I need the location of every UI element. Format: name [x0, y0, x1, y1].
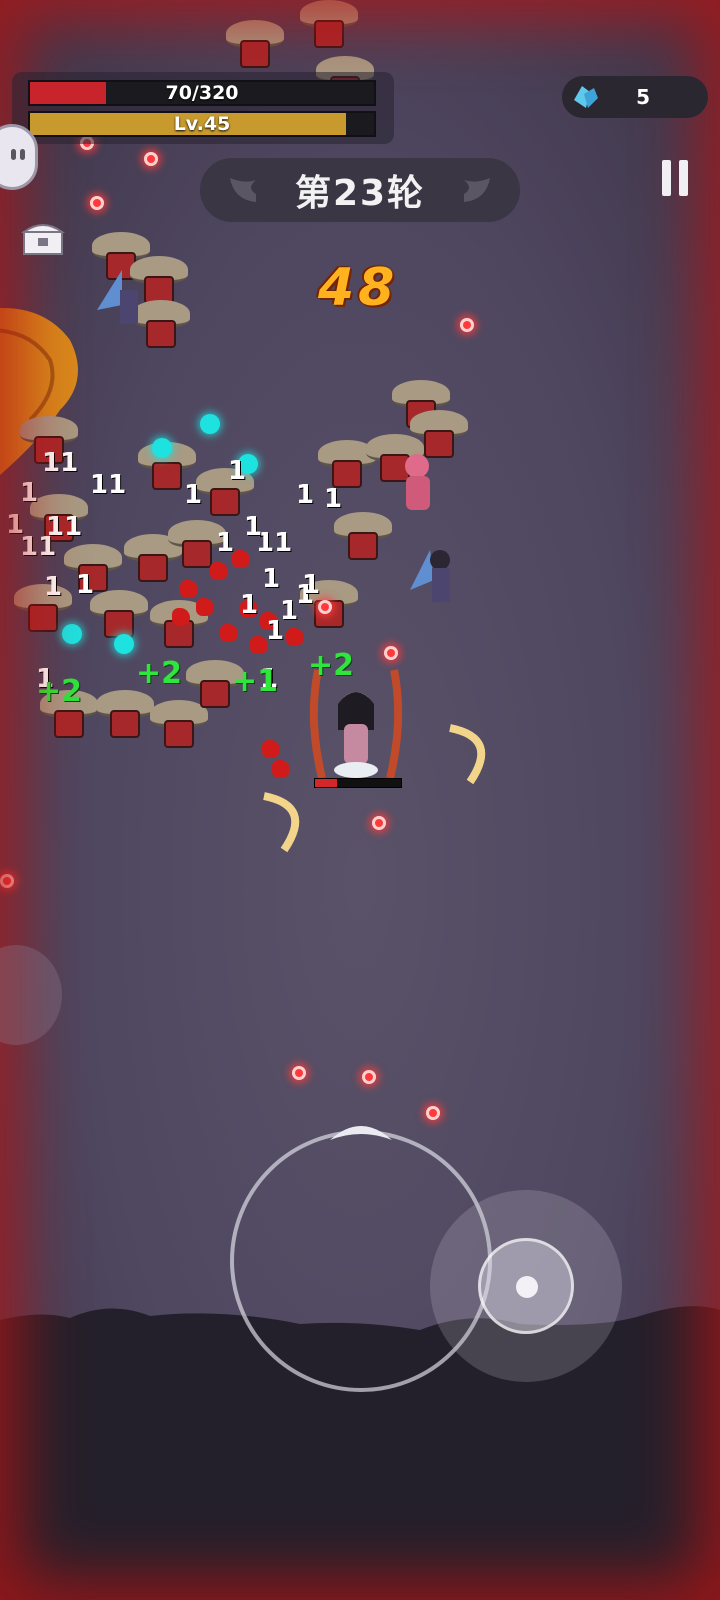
chat-bubble-icon[interactable]: [0, 124, 38, 190]
direction-arrow-icon: [330, 1126, 392, 1140]
energy-orb: [200, 414, 220, 434]
winged-enemy[interactable]: [92, 260, 152, 340]
damage-number: 1: [262, 564, 281, 594]
player-health-text: 70/320: [165, 82, 239, 104]
damage-number: 1: [44, 572, 63, 602]
enemy[interactable]: [226, 20, 284, 68]
slash-effect: [263, 792, 300, 853]
damage-number: 1: [244, 512, 263, 542]
enemy[interactable]: [300, 0, 358, 48]
damage-number: 11: [90, 470, 127, 500]
damage-number: 1: [184, 480, 203, 510]
enemy[interactable]: [96, 690, 154, 738]
damage-number: 1: [302, 570, 321, 600]
player-health-bar: 70/320: [28, 80, 376, 106]
blue-crystal-icon: [574, 86, 598, 108]
energy-orb: [62, 624, 82, 644]
wing-icon: [464, 178, 490, 202]
hero-health-bar: [314, 778, 402, 788]
pink-enemy[interactable]: [392, 448, 442, 518]
damage-number: 1: [240, 590, 259, 620]
enemy-bullet: [144, 152, 158, 166]
enemy-bullet: [426, 1106, 440, 1120]
pause-icon: [662, 160, 671, 196]
enemy-bullet: [460, 318, 474, 332]
gem-count: 5: [636, 85, 650, 109]
damage-number: 1: [20, 478, 39, 508]
joystick-center: [516, 1276, 538, 1298]
enemy-bullet: [0, 874, 14, 888]
pause-button[interactable]: [662, 160, 690, 196]
gem-counter: 5: [562, 76, 708, 118]
enemy[interactable]: [90, 590, 148, 638]
heal-number: +1: [232, 664, 279, 699]
round-label: 第23轮: [294, 173, 426, 214]
level-exp-bar: Lv.45: [28, 111, 376, 137]
combo-counter: 48: [318, 258, 399, 318]
damage-number: 1: [228, 456, 247, 486]
damage-number: 11: [42, 448, 79, 478]
enemy[interactable]: [150, 700, 208, 748]
enemy[interactable]: [334, 512, 392, 560]
damage-number: 11: [20, 532, 57, 562]
enemy-bullet: [90, 196, 104, 210]
enemy-bullet: [292, 1066, 306, 1080]
level-text: Lv.45: [173, 113, 231, 135]
wing-icon: [230, 178, 256, 202]
pause-icon: [679, 160, 688, 196]
damage-number: 1: [324, 484, 343, 514]
hero-health-fill: [315, 779, 337, 787]
round-banner: 第23轮: [200, 158, 520, 222]
energy-orb: [152, 438, 172, 458]
damage-number: 1: [266, 616, 285, 646]
damage-number: 1: [76, 570, 95, 600]
enemy-bullet: [372, 816, 386, 830]
energy-orb: [114, 634, 134, 654]
enemy[interactable]: [14, 584, 72, 632]
enemy-bullet: [384, 646, 398, 660]
damage-number: 1: [216, 528, 235, 558]
chest-icon[interactable]: [18, 218, 68, 258]
heal-number: +2: [308, 648, 355, 683]
winged-enemy[interactable]: [400, 530, 470, 620]
damage-number: 1: [296, 480, 315, 510]
enemy-bullet: [318, 600, 332, 614]
enemy-bullet: [362, 1070, 376, 1084]
heal-number: +2: [36, 674, 83, 709]
heal-number: +2: [136, 656, 183, 691]
slash-effect: [449, 724, 486, 785]
